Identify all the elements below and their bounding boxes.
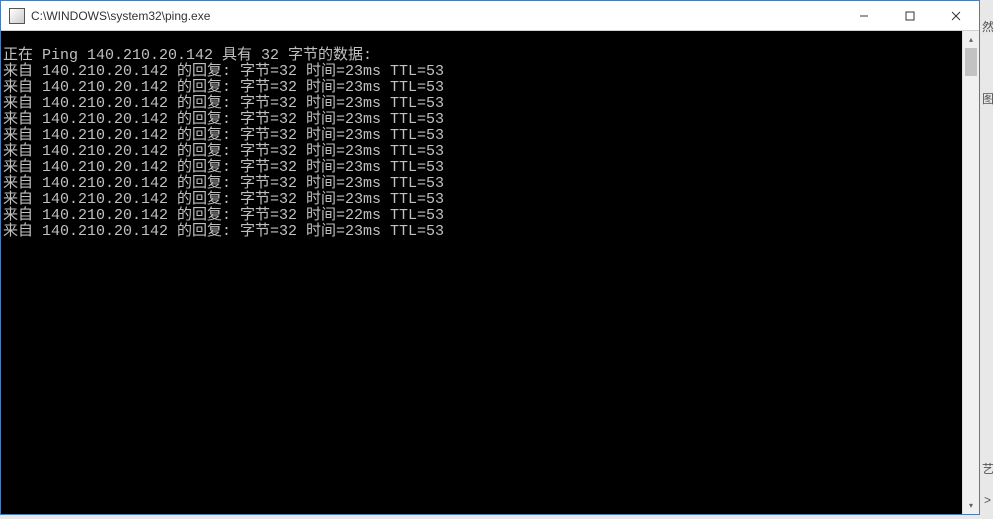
ping-reply-line: 来自 140.210.20.142 的回复: 字节=32 时间=23ms TTL… <box>3 112 960 128</box>
background-char: 然 <box>982 18 993 35</box>
background-char: 艺 <box>982 460 993 477</box>
ping-reply-line: 来自 140.210.20.142 的回复: 字节=32 时间=23ms TTL… <box>3 224 960 240</box>
maximize-button[interactable] <box>887 1 933 30</box>
minimize-button[interactable] <box>841 1 887 30</box>
ping-reply-line: 来自 140.210.20.142 的回复: 字节=32 时间=23ms TTL… <box>3 192 960 208</box>
console-output[interactable]: 正在 Ping 140.210.20.142 具有 32 字节的数据:来自 14… <box>1 31 962 514</box>
scroll-thumb[interactable] <box>965 48 977 76</box>
ping-header-line: 正在 Ping 140.210.20.142 具有 32 字节的数据: <box>3 48 960 64</box>
ping-reply-line: 来自 140.210.20.142 的回复: 字节=32 时间=23ms TTL… <box>3 96 960 112</box>
vertical-scrollbar[interactable]: ▴ ▾ <box>962 31 979 514</box>
ping-reply-line: 来自 140.210.20.142 的回复: 字节=32 时间=23ms TTL… <box>3 80 960 96</box>
ping-reply-line: 来自 140.210.20.142 的回复: 字节=32 时间=22ms TTL… <box>3 208 960 224</box>
scroll-down-arrow-icon[interactable]: ▾ <box>963 497 979 514</box>
console-line <box>3 32 960 48</box>
titlebar[interactable]: C:\WINDOWS\system32\ping.exe <box>1 1 979 31</box>
ping-reply-line: 来自 140.210.20.142 的回复: 字节=32 时间=23ms TTL… <box>3 160 960 176</box>
minimize-icon <box>859 11 869 21</box>
window-controls <box>841 1 979 30</box>
ping-reply-line: 来自 140.210.20.142 的回复: 字节=32 时间=23ms TTL… <box>3 64 960 80</box>
scroll-track[interactable] <box>963 48 979 497</box>
background-char: > <box>982 493 993 507</box>
background-char: 图 <box>982 90 993 107</box>
app-icon <box>9 8 25 24</box>
console-window: C:\WINDOWS\system32\ping.exe 正在 Ping 140… <box>0 0 980 515</box>
scroll-up-arrow-icon[interactable]: ▴ <box>963 31 979 48</box>
ping-reply-line: 来自 140.210.20.142 的回复: 字节=32 时间=23ms TTL… <box>3 176 960 192</box>
window-title: C:\WINDOWS\system32\ping.exe <box>31 9 841 23</box>
maximize-icon <box>905 11 915 21</box>
ping-reply-line: 来自 140.210.20.142 的回复: 字节=32 时间=23ms TTL… <box>3 128 960 144</box>
close-button[interactable] <box>933 1 979 30</box>
client-area: 正在 Ping 140.210.20.142 具有 32 字节的数据:来自 14… <box>1 31 979 514</box>
close-icon <box>951 11 961 21</box>
ping-reply-line: 来自 140.210.20.142 的回复: 字节=32 时间=23ms TTL… <box>3 144 960 160</box>
